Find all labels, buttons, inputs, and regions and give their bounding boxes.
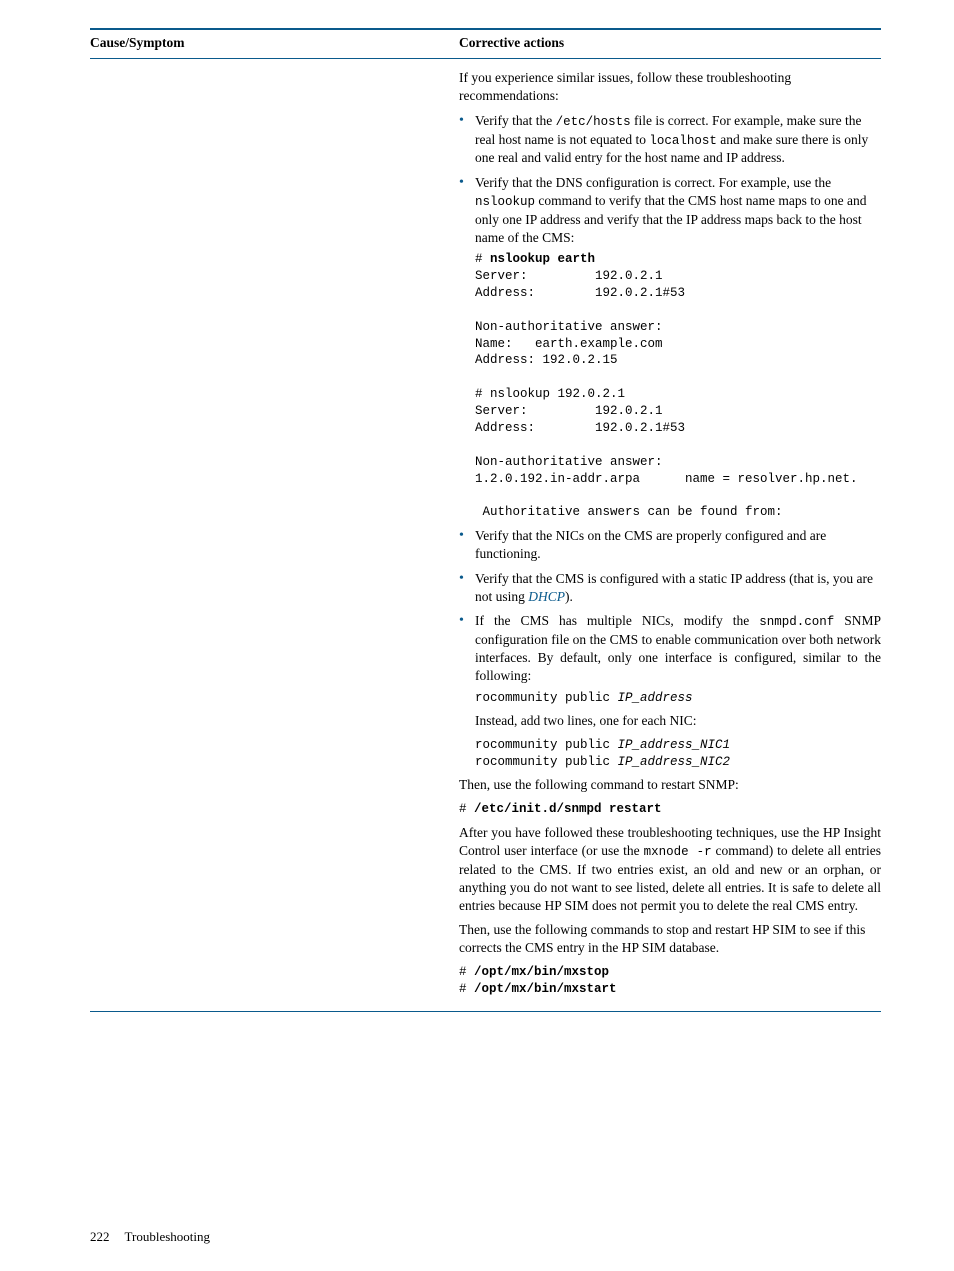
rocom-nic1-var: IP_address_NIC1 — [618, 738, 731, 752]
header-cause: Cause/Symptom — [90, 34, 459, 52]
bullet-dns-pre: Verify that the DNS configuration is cor… — [475, 175, 831, 190]
restart-intro: Then, use the following command to resta… — [459, 776, 881, 794]
after-code: mxnode -r — [644, 845, 712, 859]
bullet-hosts: Verify that the /etc/hosts file is corre… — [459, 112, 881, 168]
table-header-row: Cause/Symptom Corrective actions — [90, 34, 881, 52]
bullet-static-ip: Verify that the CMS is configured with a… — [459, 570, 881, 606]
restart-hash: # — [459, 802, 474, 816]
cause-cell — [90, 63, 459, 1003]
page-number: 222 — [90, 1229, 110, 1244]
stop-cmd: /opt/mx/bin/mxstop — [474, 965, 609, 979]
dhcp-link[interactable]: DHCP — [528, 589, 565, 604]
table-body-row: If you experience similar issues, follow… — [90, 63, 881, 1003]
header-corrective: Corrective actions — [459, 34, 881, 52]
start-hash: # — [459, 982, 474, 996]
start-cmd: /opt/mx/bin/mxstart — [474, 982, 617, 996]
bullet-list-1: Verify that the /etc/hosts file is corre… — [459, 112, 881, 522]
section-name: Troubleshooting — [125, 1229, 210, 1244]
then-stop: Then, use the following commands to stop… — [459, 921, 881, 957]
rocom-nic1-prefix: rocommunity public — [475, 738, 618, 752]
restart-cmd-text: /etc/init.d/snmpd restart — [474, 802, 662, 816]
restart-cmd: # /etc/init.d/snmpd restart — [459, 801, 881, 818]
bullet-nics: Verify that the NICs on the CMS are prop… — [459, 527, 881, 563]
rocom-nic2-prefix: rocommunity public — [475, 755, 618, 769]
bullet-snmpd-pre: If the CMS has multiple NICs, modify the — [475, 613, 759, 628]
bullet-hosts-pre: Verify that the — [475, 113, 556, 128]
stop-hash: # — [459, 965, 474, 979]
bullet-hosts-code1: /etc/hosts — [556, 115, 631, 129]
corrective-cell: If you experience similar issues, follow… — [459, 63, 881, 1003]
header-rule — [90, 58, 881, 59]
bullet-static-post: ). — [565, 589, 573, 604]
footer: 222 Troubleshooting — [90, 1228, 210, 1246]
rocom-var: IP_address — [618, 691, 693, 705]
bullet-list-2: Verify that the NICs on the CMS are prop… — [459, 527, 881, 770]
bullet-snmpd: If the CMS has multiple NICs, modify the… — [459, 612, 881, 770]
rocom-nic2-var: IP_address_NIC2 — [618, 755, 731, 769]
bottom-rule — [90, 1011, 881, 1012]
bullet-hosts-code2: localhost — [649, 134, 717, 148]
bullet-dns-code1: nslookup — [475, 195, 535, 209]
bullet-nics-text: Verify that the NICs on the CMS are prop… — [475, 528, 826, 561]
rocommunity-single: rocommunity public IP_address — [475, 690, 881, 707]
instead-line: Instead, add two lines, one for each NIC… — [475, 712, 881, 730]
terminal-block: # nslookup earth Server: 192.0.2.1 Addre… — [475, 251, 881, 521]
rocom-prefix: rocommunity public — [475, 691, 618, 705]
after-para: After you have followed these troublesho… — [459, 824, 881, 916]
page: Cause/Symptom Corrective actions If you … — [0, 0, 954, 1271]
bullet-dns: Verify that the DNS configuration is cor… — [459, 174, 881, 522]
intro-text: If you experience similar issues, follow… — [459, 69, 881, 105]
rocommunity-nics: rocommunity public IP_address_NIC1 rocom… — [475, 737, 881, 771]
top-rule — [90, 28, 881, 30]
mx-cmds: # /opt/mx/bin/mxstop # /opt/mx/bin/mxsta… — [459, 964, 881, 998]
bullet-snmpd-code: snmpd.conf — [759, 615, 834, 629]
